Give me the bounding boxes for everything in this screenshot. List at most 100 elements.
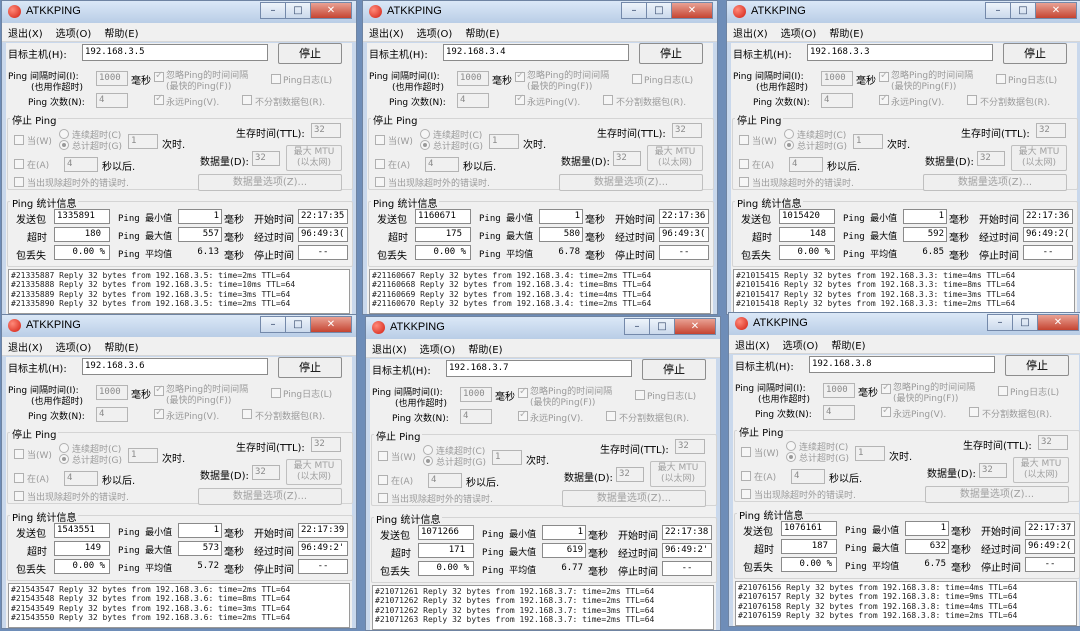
at-seconds-input[interactable]: 4 [425, 157, 459, 172]
title-bar[interactable]: ATKKPING – □ ✕ [366, 317, 720, 339]
consec-timeout-radio[interactable] [784, 129, 794, 139]
max-mtu-button[interactable]: 最大 MTU (以太网) [647, 145, 703, 171]
minimize-icon[interactable]: – [987, 314, 1013, 331]
data-size-input[interactable]: 32 [977, 151, 1005, 166]
close-icon[interactable]: ✕ [1037, 314, 1079, 331]
menu-options[interactable]: 选项(O) [417, 25, 453, 40]
no-frag-checkbox[interactable] [242, 409, 252, 419]
target-host-input[interactable]: 192.168.3.3 [807, 44, 993, 61]
consec-timeout-radio[interactable] [786, 441, 796, 451]
no-frag-checkbox[interactable] [969, 407, 979, 417]
menu-help[interactable]: 帮助(E) [465, 25, 499, 40]
ping-log-checkbox[interactable] [271, 74, 281, 84]
at-seconds-input[interactable]: 4 [428, 473, 462, 488]
ttl-input[interactable]: 32 [1038, 435, 1068, 450]
interval-input[interactable]: 1000 [96, 385, 128, 400]
timeout-count-input[interactable]: 1 [128, 448, 158, 463]
menu-options[interactable]: 选项(O) [56, 339, 92, 354]
at-seconds-input[interactable]: 4 [64, 471, 98, 486]
count-input[interactable]: 4 [821, 93, 853, 108]
forever-checkbox[interactable] [154, 93, 164, 105]
maximize-icon[interactable]: □ [646, 2, 672, 19]
title-bar[interactable]: ATKKPING – □ ✕ [2, 1, 356, 23]
menu-help[interactable]: 帮助(E) [468, 341, 502, 356]
ignore-interval-checkbox[interactable] [154, 70, 164, 82]
at-checkbox[interactable] [739, 159, 749, 169]
minimize-icon[interactable]: – [621, 2, 647, 19]
at-checkbox[interactable] [741, 471, 751, 481]
menu-options[interactable]: 选项(O) [420, 341, 456, 356]
target-host-input[interactable]: 192.168.3.5 [82, 44, 268, 61]
error-checkbox[interactable] [378, 493, 388, 503]
total-timeout-radio[interactable] [786, 452, 796, 462]
target-host-input[interactable]: 192.168.3.8 [809, 356, 995, 373]
no-frag-checkbox[interactable] [606, 411, 616, 421]
forever-checkbox[interactable] [881, 405, 891, 417]
maximize-icon[interactable]: □ [1010, 2, 1036, 19]
forever-checkbox[interactable] [518, 409, 528, 421]
at-seconds-input[interactable]: 4 [789, 157, 823, 172]
ping-log-checkbox[interactable] [632, 74, 642, 84]
count-input[interactable]: 4 [457, 93, 489, 108]
title-bar[interactable]: ATKKPING – □ ✕ [727, 1, 1080, 23]
max-mtu-button[interactable]: 最大 MTU (以太网) [286, 145, 342, 171]
at-seconds-input[interactable]: 4 [64, 157, 98, 172]
error-checkbox[interactable] [739, 177, 749, 187]
forever-checkbox[interactable] [154, 407, 164, 419]
reply-log[interactable]: #21543547 Reply 32 bytes from 192.168.3.… [8, 583, 350, 628]
data-options-button[interactable]: 数据量选项(Z)... [559, 174, 703, 191]
count-input[interactable]: 4 [460, 409, 492, 424]
ttl-input[interactable]: 32 [1036, 123, 1066, 138]
maximize-icon[interactable]: □ [285, 316, 311, 333]
at-checkbox[interactable] [14, 159, 24, 169]
count-input[interactable]: 4 [96, 93, 128, 108]
close-icon[interactable]: ✕ [310, 316, 352, 333]
total-timeout-radio[interactable] [420, 140, 430, 150]
stop-button[interactable]: 停止 [639, 43, 703, 64]
total-timeout-radio[interactable] [784, 140, 794, 150]
reply-log[interactable]: #21076156 Reply 32 bytes from 192.168.3.… [735, 581, 1077, 626]
interval-input[interactable]: 1000 [821, 71, 853, 86]
interval-input[interactable]: 1000 [457, 71, 489, 86]
maximize-icon[interactable]: □ [285, 2, 311, 19]
menu-exit[interactable]: 退出(X) [8, 339, 43, 354]
data-options-button[interactable]: 数据量选项(Z)... [198, 174, 342, 191]
close-icon[interactable]: ✕ [1035, 2, 1077, 19]
interval-input[interactable]: 1000 [460, 387, 492, 402]
menu-options[interactable]: 选项(O) [783, 337, 819, 352]
timeout-count-input[interactable]: 1 [128, 134, 158, 149]
consec-timeout-radio[interactable] [59, 129, 69, 139]
when-checkbox[interactable] [378, 451, 388, 461]
ignore-interval-checkbox[interactable] [515, 70, 525, 82]
forever-checkbox[interactable] [879, 93, 889, 105]
title-bar[interactable]: ATKKPING – □ ✕ [729, 313, 1080, 335]
ignore-interval-checkbox[interactable] [881, 382, 891, 394]
ttl-input[interactable]: 32 [311, 437, 341, 452]
stop-button[interactable]: 停止 [278, 43, 342, 64]
count-input[interactable]: 4 [96, 407, 128, 422]
consec-timeout-radio[interactable] [59, 443, 69, 453]
data-size-input[interactable]: 32 [252, 465, 280, 480]
when-checkbox[interactable] [375, 135, 385, 145]
stop-button[interactable]: 停止 [1005, 355, 1069, 376]
ttl-input[interactable]: 32 [672, 123, 702, 138]
when-checkbox[interactable] [739, 135, 749, 145]
menu-options[interactable]: 选项(O) [56, 25, 92, 40]
stop-button[interactable]: 停止 [1003, 43, 1067, 64]
reply-log[interactable]: #21071261 Reply 32 bytes from 192.168.3.… [372, 585, 714, 630]
interval-input[interactable]: 1000 [823, 383, 855, 398]
interval-input[interactable]: 1000 [96, 71, 128, 86]
count-input[interactable]: 4 [823, 405, 855, 420]
data-size-input[interactable]: 32 [979, 463, 1007, 478]
close-icon[interactable]: ✕ [671, 2, 713, 19]
maximize-icon[interactable]: □ [649, 318, 675, 335]
data-options-button[interactable]: 数据量选项(Z)... [925, 486, 1069, 503]
at-checkbox[interactable] [375, 159, 385, 169]
menu-exit[interactable]: 退出(X) [372, 341, 407, 356]
ttl-input[interactable]: 32 [675, 439, 705, 454]
consec-timeout-radio[interactable] [423, 445, 433, 455]
title-bar[interactable]: ATKKPING – □ ✕ [363, 1, 717, 23]
ping-log-checkbox[interactable] [996, 74, 1006, 84]
menu-exit[interactable]: 退出(X) [8, 25, 43, 40]
when-checkbox[interactable] [14, 135, 24, 145]
